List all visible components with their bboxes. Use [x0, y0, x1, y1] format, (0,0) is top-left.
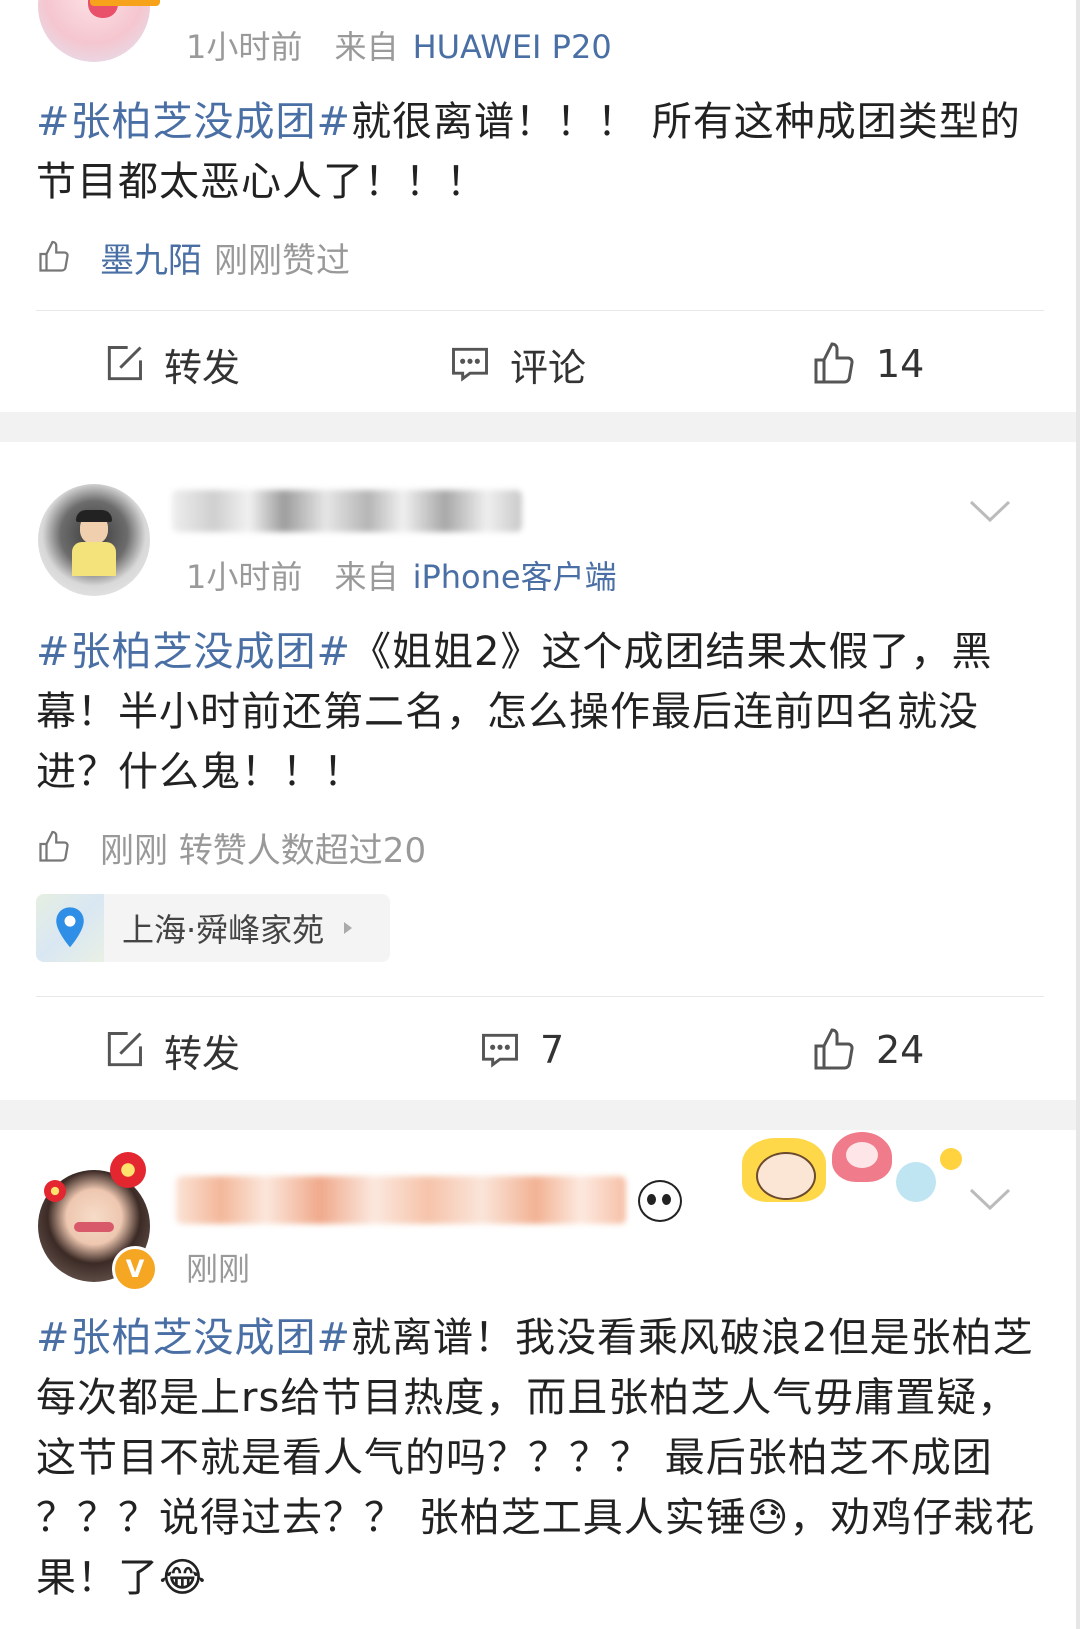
post2-comment-button[interactable]: 7: [478, 1000, 564, 1100]
thumb-up-icon: [39, 240, 69, 272]
sticker-heart-icon: [832, 1132, 892, 1182]
post2-comment-count: 7: [540, 1028, 565, 1072]
post2-body: #张柏芝没成团#《姐姐2》这个成团结果太假了，黑幕！半小时前还第二名，怎么操作最…: [36, 622, 1046, 802]
sticker-bulb-icon: [940, 1148, 962, 1170]
feed-separator-2: [0, 1100, 1080, 1130]
post2-meta: 1小时前 来自 iPhone客户端: [186, 552, 617, 598]
post1-divider: [36, 310, 1044, 311]
post1-repost-label: 转发: [164, 345, 241, 390]
post2-repost-label: 转发: [164, 1031, 241, 1076]
feed-separator-1: [0, 412, 1080, 442]
post2-like-count: 24: [876, 1028, 925, 1072]
post2-time: 1小时前: [186, 558, 303, 596]
right-edge-line: [1076, 0, 1080, 1629]
thumb-up-icon: [814, 342, 854, 384]
location-pin-icon: [56, 907, 84, 948]
post2-source[interactable]: iPhone客户端: [413, 558, 617, 596]
post2-source-prefix: 来自: [334, 558, 399, 596]
post2-like-button[interactable]: 24: [810, 1000, 924, 1100]
comment-icon: [452, 347, 488, 382]
comment-icon: [482, 1033, 518, 1068]
post1-like-button[interactable]: 14: [810, 314, 924, 414]
repost-icon: [107, 1032, 142, 1067]
chevron-down-icon[interactable]: [968, 1186, 1012, 1212]
post2-username-blurred[interactable]: [172, 490, 522, 532]
post1-actions: 转发 评论 14: [0, 314, 1080, 414]
post1-meta: 1小时前 来自 HUAWEI P20: [186, 22, 612, 68]
thumb-up-icon: [39, 830, 69, 862]
post2-avatar[interactable]: [38, 484, 150, 596]
post3-meta: 刚刚: [186, 1244, 250, 1290]
thumb-up-icon: [814, 1028, 854, 1070]
sticker-girl-icon: [742, 1138, 826, 1202]
post2-location-chip[interactable]: 上海·舜峰家苑: [36, 894, 390, 962]
post2-divider: [36, 996, 1044, 997]
verified-badge-icon: V: [112, 1246, 158, 1292]
post1-hashtag[interactable]: #张柏芝没成团#: [36, 99, 351, 145]
post1-comment-button[interactable]: 评论: [448, 314, 586, 414]
post1-liker[interactable]: 墨九陌: [100, 233, 202, 282]
post1-avatar[interactable]: [38, 0, 150, 62]
flower-decoration: [110, 1152, 146, 1188]
post2-location: 上海·舜峰家苑: [122, 911, 325, 949]
caret-right-icon: [344, 922, 353, 934]
post1-body: #张柏芝没成团#就很离谱！！！ 所有这种成团类型的节目都太恶心人了！！！: [36, 92, 1046, 212]
post1-time: 1小时前: [186, 28, 303, 66]
post3-body: #张柏芝没成团#就离谱！我没看乘风破浪2但是张柏芝每次都是上rs给节目热度，而且…: [36, 1308, 1046, 1608]
post2-repost-button[interactable]: 转发: [102, 1000, 240, 1100]
post1-like-note: 刚刚赞过: [214, 240, 350, 281]
post1-like-count: 14: [876, 342, 925, 386]
chevron-down-icon[interactable]: [968, 498, 1012, 524]
post1-source[interactable]: HUAWEI P20: [413, 28, 612, 66]
post1-source-prefix: 来自: [334, 28, 399, 66]
post1-comment-label: 评论: [510, 345, 587, 390]
orange-badge: [90, 0, 160, 6]
repost-icon: [107, 346, 142, 381]
panda-emoji-icon: [638, 1180, 682, 1222]
post1-repost-button[interactable]: 转发: [102, 314, 240, 414]
post3-username-blurred[interactable]: [176, 1176, 626, 1224]
post2-hashtag[interactable]: #张柏芝没成团#: [36, 629, 351, 675]
sticker-ball-icon: [896, 1162, 936, 1202]
post2-like-note: 刚刚 转赞人数超过20: [100, 830, 427, 871]
post3-hashtag[interactable]: #张柏芝没成团#: [36, 1315, 351, 1361]
post1-like-info: 墨九陌 刚刚赞过: [36, 232, 350, 282]
flower-decoration-small: [44, 1180, 66, 1202]
post2-like-info: 刚刚 转赞人数超过20: [36, 822, 426, 872]
post2-actions: 转发 7 24: [0, 1000, 1080, 1100]
post3-time: 刚刚: [186, 1250, 251, 1288]
map-thumbnail: [36, 894, 104, 962]
